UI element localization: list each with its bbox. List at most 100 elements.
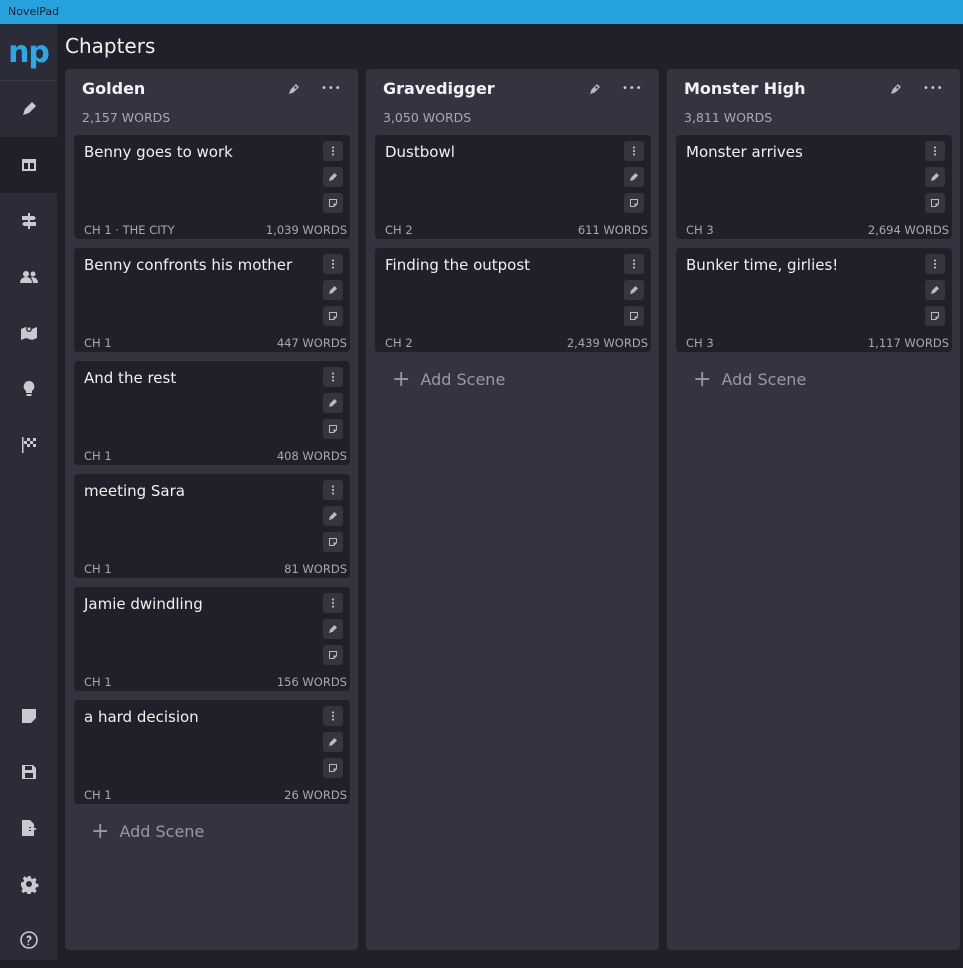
sidebar: np [0, 24, 57, 960]
scene-title: Jamie dwindling [84, 595, 203, 613]
scene-chapter-label: CH 1 [84, 449, 112, 463]
scene-edit-pen-icon[interactable] [323, 619, 343, 639]
scene-menu-icon[interactable] [624, 254, 644, 274]
chapter-column: Gravedigger 3,050 WORDS ••• Dustbowl CH 2 611… [366, 69, 659, 950]
scene-card[interactable]: Benny confronts his mother CH 1 447 WORDS [74, 248, 350, 352]
scene-card[interactable]: a hard decision CH 1 26 WORDS [74, 700, 350, 804]
scene-title: Finding the outpost [385, 256, 531, 274]
chapter-title[interactable]: Gravedigger [383, 79, 495, 98]
scene-chapter-label: CH 1 [84, 788, 112, 802]
scene-chapter-label: CH 1 · THE CITY [84, 223, 175, 237]
scene-note-icon[interactable] [323, 193, 343, 213]
chapter-column: Monster High 3,811 WORDS ••• Monster arrive… [667, 69, 960, 950]
scene-card[interactable]: Dustbowl CH 2 611 WORDS [375, 135, 651, 239]
scene-word-count: 1,117 WORDS [867, 336, 949, 350]
scene-menu-icon[interactable] [323, 367, 343, 387]
plus-icon: + [693, 366, 712, 392]
scene-card[interactable]: meeting Sara CH 1 81 WORDS [74, 474, 350, 578]
add-scene-button[interactable]: + Add Scene [693, 366, 807, 392]
lightbulb-icon[interactable] [0, 361, 57, 417]
chapter-word-count: 2,157 WORDS [82, 110, 171, 125]
scene-title: Monster arrives [686, 143, 803, 161]
scene-edit-pen-icon[interactable] [323, 506, 343, 526]
scene-note-icon[interactable] [624, 306, 644, 326]
scene-menu-icon[interactable] [624, 141, 644, 161]
chapter-more-icon[interactable]: ••• [622, 79, 642, 99]
scene-title: Dustbowl [385, 143, 455, 161]
edit-chapter-pen-icon[interactable] [888, 81, 904, 97]
scene-edit-pen-icon[interactable] [323, 167, 343, 187]
pen-icon[interactable] [0, 81, 57, 137]
scene-card[interactable]: Benny goes to work CH 1 · THE CITY 1,039 W… [74, 135, 350, 239]
scene-edit-pen-icon[interactable] [323, 393, 343, 413]
scene-chapter-label: CH 1 [84, 562, 112, 576]
scene-menu-icon[interactable] [323, 706, 343, 726]
scene-title: a hard decision [84, 708, 199, 726]
scene-edit-pen-icon[interactable] [323, 732, 343, 752]
scene-chapter-label: CH 3 [686, 223, 714, 237]
scene-menu-icon[interactable] [925, 141, 945, 161]
scene-menu-icon[interactable] [323, 480, 343, 500]
scene-menu-icon[interactable] [323, 593, 343, 613]
export-icon[interactable] [0, 800, 57, 856]
scene-title: Benny confronts his mother [84, 256, 293, 274]
scene-card[interactable]: Monster arrives CH 3 2,694 WORDS [676, 135, 952, 239]
scene-menu-icon[interactable] [323, 254, 343, 274]
scene-edit-pen-icon[interactable] [323, 280, 343, 300]
scene-edit-pen-icon[interactable] [624, 280, 644, 300]
scene-edit-pen-icon[interactable] [624, 167, 644, 187]
app-title: NovelPad [8, 5, 60, 18]
scene-card[interactable]: And the rest CH 1 408 WORDS [74, 361, 350, 465]
scene-chapter-label: CH 2 [385, 336, 413, 350]
scene-edit-pen-icon[interactable] [925, 167, 945, 187]
scene-note-icon[interactable] [925, 193, 945, 213]
signpost-icon[interactable] [0, 193, 57, 249]
scene-note-icon[interactable] [323, 419, 343, 439]
scene-title: Benny goes to work [84, 143, 233, 161]
scene-word-count: 408 WORDS [276, 449, 347, 463]
save-icon[interactable] [0, 744, 57, 800]
scene-chapter-label: CH 1 [84, 675, 112, 689]
scene-note-icon[interactable] [323, 645, 343, 665]
map-icon[interactable] [0, 305, 57, 361]
scene-menu-icon[interactable] [323, 141, 343, 161]
scene-word-count: 156 WORDS [276, 675, 347, 689]
chapter-more-icon[interactable]: ••• [923, 79, 943, 99]
add-scene-label: Add Scene [721, 370, 807, 389]
scene-note-icon[interactable] [323, 532, 343, 552]
plus-icon: + [392, 366, 411, 392]
scene-card[interactable]: Jamie dwindling CH 1 156 WORDS [74, 587, 350, 691]
edit-chapter-pen-icon[interactable] [587, 81, 603, 97]
add-scene-button[interactable]: + Add Scene [91, 818, 204, 844]
characters-icon[interactable] [0, 249, 57, 305]
plus-icon: + [91, 818, 110, 844]
scene-card[interactable]: Finding the outpost CH 2 2,439 WORDS [375, 248, 651, 352]
scene-title: And the rest [84, 369, 177, 387]
add-scene-button[interactable]: + Add Scene [392, 366, 506, 392]
scene-edit-pen-icon[interactable] [925, 280, 945, 300]
notes-icon[interactable] [0, 688, 57, 744]
scene-word-count: 2,694 WORDS [867, 223, 949, 237]
chapter-title[interactable]: Monster High [684, 79, 806, 98]
scene-note-icon[interactable] [925, 306, 945, 326]
window-title-bar: NovelPad [0, 0, 963, 24]
app-logo[interactable]: np [0, 24, 57, 81]
chapter-word-count: 3,811 WORDS [684, 110, 773, 125]
chapter-more-icon[interactable]: ••• [321, 79, 341, 99]
finish-flag-icon[interactable] [0, 417, 57, 473]
edit-chapter-pen-icon[interactable] [286, 81, 302, 97]
scene-word-count: 2,439 WORDS [566, 336, 648, 350]
chapter-title[interactable]: Golden [82, 79, 145, 98]
chapter-column: Golden 2,157 WORDS ••• Benny goes to work CH… [65, 69, 358, 950]
scene-word-count: 26 WORDS [284, 788, 347, 802]
scene-note-icon[interactable] [624, 193, 644, 213]
scene-menu-icon[interactable] [925, 254, 945, 274]
add-scene-label: Add Scene [420, 370, 506, 389]
settings-icon[interactable] [0, 856, 57, 912]
chapter-word-count: 3,050 WORDS [383, 110, 472, 125]
scene-card[interactable]: Bunker time, girlies! CH 3 1,117 WORDS [676, 248, 952, 352]
board-icon[interactable] [0, 137, 57, 193]
scene-word-count: 81 WORDS [284, 562, 347, 576]
scene-note-icon[interactable] [323, 306, 343, 326]
scene-note-icon[interactable] [323, 758, 343, 778]
